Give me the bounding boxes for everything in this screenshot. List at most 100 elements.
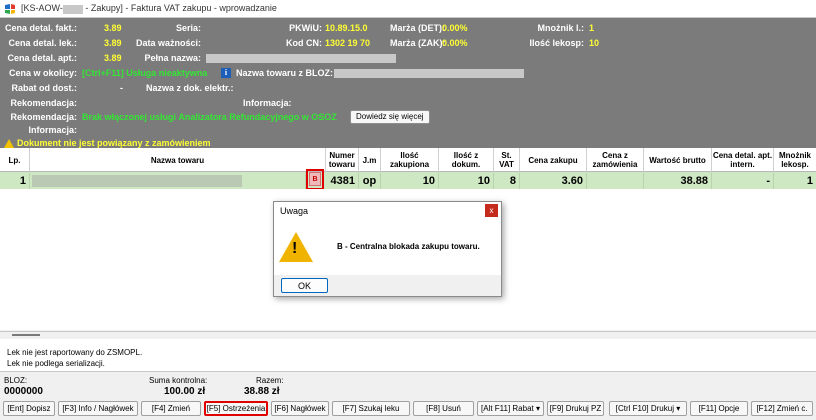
dowiedz-sie-wiecej-button[interactable]: Dowiedz się więcej — [350, 110, 430, 124]
rabat-button[interactable]: [Alt F11] Rabat ▾ — [477, 401, 544, 416]
col-lp[interactable]: Lp. — [0, 148, 30, 172]
col-cena-zam[interactable]: Cena z zamówienia — [587, 148, 644, 172]
drukuj-pz-button[interactable]: [F9] Drukuj PZ — [547, 401, 604, 416]
seria-label: Seria: — [175, 23, 201, 33]
status-bar: BLOZ: 0000000 Suma kontrolna: 100.00 zł … — [0, 373, 816, 398]
scrollbar-thumb[interactable] — [12, 334, 40, 336]
informacja2-label: Informacja: — [28, 125, 77, 135]
col-nazwa[interactable]: Nazwa towaru — [30, 148, 326, 172]
ilosc-lekosp-value: 10 — [589, 38, 600, 48]
redacted-text — [62, 4, 83, 14]
note-zsmopl: Lek nie jest raportowany do ZSMOPL. — [7, 348, 143, 357]
cena-detal-lek-label: Cena detal. lek.: — [8, 38, 77, 48]
rekomendacja-label: Rekomendacja: — [10, 98, 77, 108]
cena-detal-apt-label: Cena detal. apt.: — [7, 53, 77, 63]
cell-ilosc-zak: 10 — [381, 172, 439, 189]
info-icon[interactable]: i — [221, 68, 231, 78]
opcje-button[interactable]: [F11] Opcje — [690, 401, 748, 416]
suma-value: 100.00 zł — [164, 386, 206, 397]
pelna-nazwa-label: Pełna nazwa: — [144, 53, 201, 63]
marza-zak-value: 0.00% — [442, 38, 468, 48]
function-key-bar: [Ent] Dopisz [F3] Info / Nagłówek [F4] Z… — [0, 398, 816, 420]
cena-detal-fakt-label: Cena detal. fakt.: — [4, 23, 77, 33]
cena-w-okolicy-label: Cena w okolicy: — [8, 68, 77, 78]
ostrzezenia-button[interactable]: [F5] Ostrzeżenia — [204, 401, 268, 416]
cell-numer: 4381 — [324, 172, 359, 189]
col-st-vat[interactable]: St. VAT — [494, 148, 520, 172]
product-info-panel: Cena detal. fakt.: 3.89 Cena detal. lek.… — [0, 18, 816, 149]
pkwiu-value: 10.89.15.0 — [325, 23, 368, 33]
cena-detal-lek-value: 3.89 — [104, 38, 122, 48]
suma-label: Suma kontrolna: — [149, 376, 208, 385]
col-ilosc-zak[interactable]: Ilość zakupiona — [381, 148, 439, 172]
info-naglowek-button[interactable]: [F3] Info / Nagłówek — [58, 401, 138, 416]
ok-button[interactable]: OK — [281, 278, 328, 293]
horizontal-scrollbar[interactable] — [0, 331, 816, 338]
window-titlebar: [KS-AOW- - Zakupy] - Faktura VAT zakupu … — [0, 0, 816, 18]
bloz-label: BLOZ: — [4, 376, 28, 385]
grid-header: Lp. Nazwa towaru Numer towaru J.m Ilość … — [0, 148, 816, 172]
razem-label: Razem: — [256, 376, 284, 385]
zmien-c-button[interactable]: [F12] Zmień c. — [751, 401, 813, 416]
col-mnoznik[interactable]: Mnożnik lekosp. — [774, 148, 816, 172]
nazwa-bloz-label: Nazwa towaru z BLOZ: — [236, 68, 334, 78]
rekomendacja2-value: Brak włączonej usługi Analizatora Refund… — [82, 112, 337, 122]
pkwiu-label: PKWiU: — [289, 23, 322, 33]
rabat-label: Rabat od dost.: — [11, 83, 78, 93]
data-waznosci-label: Data ważności: — [135, 38, 201, 48]
kod-cn-label: Kod CN: — [286, 38, 322, 48]
cell-lp: 1 — [0, 172, 30, 189]
table-row[interactable]: 1 4381 op 10 10 8 3.60 38.88 - 1 — [0, 172, 816, 189]
kod-cn-value: 1302 19 70 — [325, 38, 371, 48]
cena-detal-apt-value: 3.89 — [104, 53, 122, 63]
cena-w-okolicy-link[interactable]: [Ctrl+F11] Usługa nieaktywna — [82, 67, 207, 79]
drukuj-button[interactable]: [Ctrl F10] Drukuj ▾ — [609, 401, 687, 416]
szukaj-leku-button[interactable]: [F7] Szukaj leku — [332, 401, 410, 416]
cell-ilosc-dok: 10 — [439, 172, 494, 189]
col-wartosc[interactable]: Wartość brutto — [644, 148, 712, 172]
mnoznik-label: Mnożnik l.: — [537, 23, 585, 33]
app-logo-icon — [4, 2, 16, 15]
cell-cena-zam — [587, 172, 644, 189]
cell-cena-detal-apt: - — [712, 172, 774, 189]
col-cena-detal-apt[interactable]: Cena detal. apt. intern. — [712, 148, 774, 172]
razem-value: 38.88 zł — [244, 386, 280, 397]
rekomendacja2-label: Rekomendacja: — [10, 112, 77, 122]
mnoznik-value: 1 — [589, 23, 595, 33]
note-serializacja: Lek nie podlega serializacji. — [7, 359, 105, 368]
dialog-message: B - Centralna blokada zakupu towaru. — [337, 242, 480, 251]
marza-det-label: Marża (DET): — [390, 23, 446, 33]
blockade-marker-highlight — [306, 169, 324, 190]
cell-jm: op — [359, 172, 381, 189]
nazwa-dok-label: Nazwa z dok. elektr.: — [146, 83, 234, 93]
usun-button[interactable]: [F8] Usuń — [413, 401, 474, 416]
dopisz-button[interactable]: [Ent] Dopisz — [3, 401, 55, 416]
ilosc-lekosp-label: Ilość lekosp: — [529, 38, 584, 48]
col-numer[interactable]: Numer towaru — [326, 148, 359, 172]
notes-panel: Lek nie jest raportowany do ZSMOPL. Lek … — [0, 339, 816, 372]
dialog-title: Uwaga — [274, 202, 501, 220]
cell-wartosc: 38.88 — [644, 172, 712, 189]
window-title: [KS-AOW- - Zakupy] - Faktura VAT zakupu … — [21, 3, 277, 14]
dialog-footer: OK — [274, 275, 501, 296]
cena-detal-fakt-value: 3.89 — [104, 23, 122, 33]
warning-dialog: Uwaga x ! B - Centralna blokada zakupu t… — [273, 201, 502, 297]
pelna-nazwa-value — [206, 54, 396, 63]
col-ilosc-dok[interactable]: Ilość z dokum. — [439, 148, 494, 172]
informacja-label: Informacja: — [243, 98, 292, 108]
cell-mnoznik: 1 — [806, 174, 813, 187]
col-jm[interactable]: J.m — [359, 148, 381, 172]
order-warning-text: Dokument nie jest powiązany z zamówienie… — [17, 138, 211, 148]
rabat-value: - — [120, 83, 123, 93]
redacted-text — [32, 174, 242, 187]
nazwa-bloz-value — [334, 69, 524, 78]
cell-nazwa — [30, 172, 306, 189]
marza-det-value: 0.00% — [442, 23, 468, 33]
naglowek-button[interactable]: [F6] Nagłówek — [271, 401, 329, 416]
zmien-button[interactable]: [F4] Zmień — [141, 401, 201, 416]
marza-zak-label: Marża (ZAK): — [390, 38, 446, 48]
bloz-value: 0000000 — [4, 386, 43, 397]
close-icon[interactable]: x — [485, 204, 498, 217]
col-cena-zakupu[interactable]: Cena zakupu — [520, 148, 587, 172]
warning-icon — [4, 139, 14, 149]
